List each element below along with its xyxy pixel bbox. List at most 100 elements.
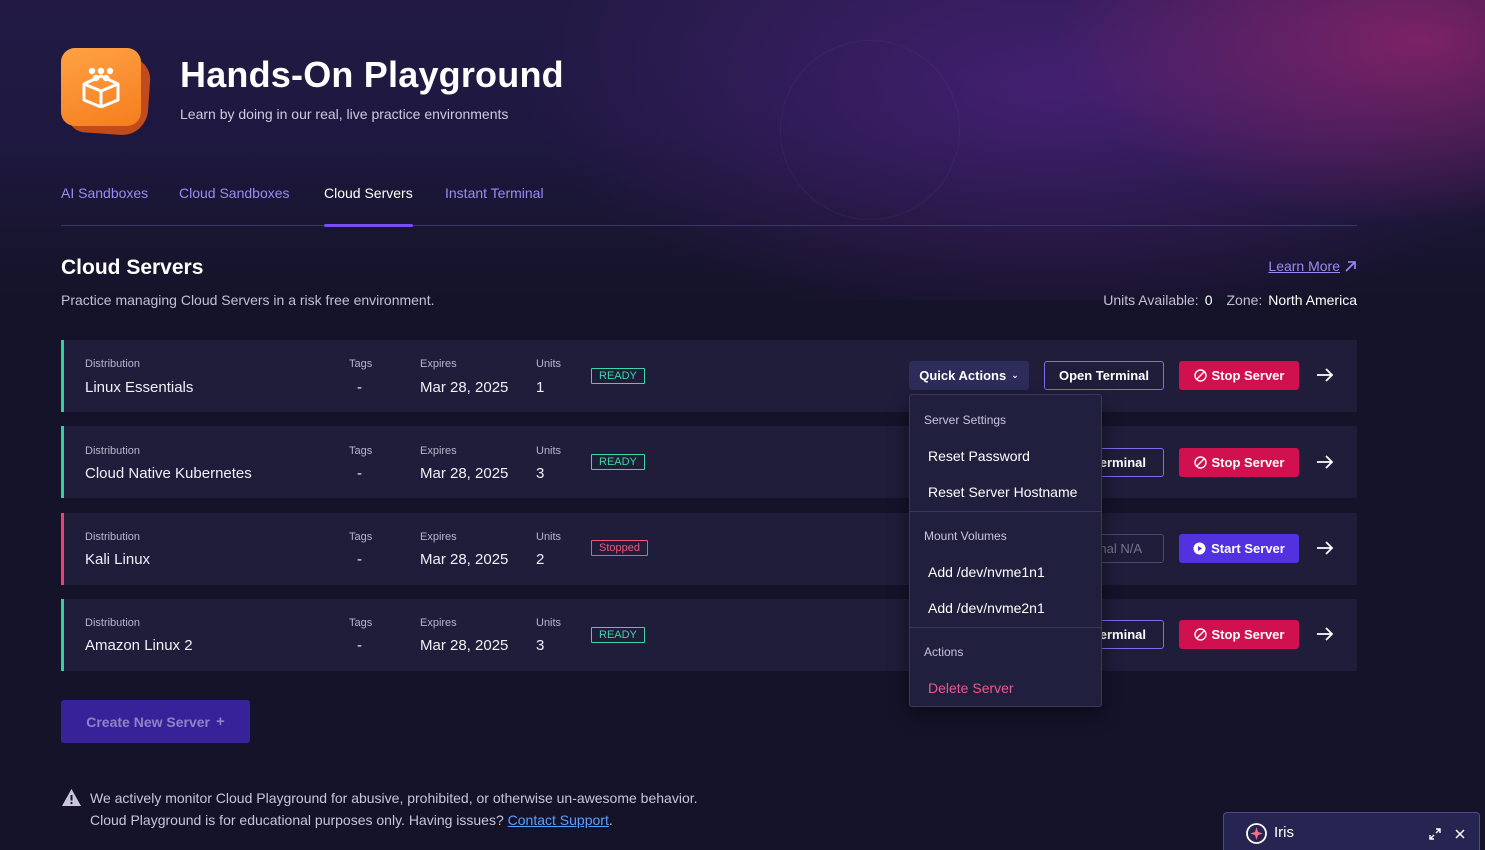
plus-icon: + (215, 713, 225, 730)
tags-value: - (357, 379, 362, 396)
stop-server-button[interactable]: Stop Server (1179, 620, 1299, 649)
stop-circle-icon (1193, 369, 1207, 382)
distribution-label: Distribution (85, 445, 141, 457)
expires-value: Mar 28, 2025 (420, 379, 509, 396)
distribution-label: Distribution (85, 617, 141, 629)
section-description: Practice managing Cloud Servers in a ris… (61, 292, 435, 308)
row-status-accent (61, 340, 64, 412)
menu-item-add-nvme2n1[interactable]: Add /dev/nvme2n1 (928, 600, 1045, 616)
tags-label: Tags (349, 617, 373, 629)
open-terminal-button[interactable]: Open Terminal (1044, 361, 1164, 390)
arrow-right-icon[interactable] (1315, 452, 1335, 472)
units-col-value: 3 (536, 465, 545, 482)
tab-instant-terminal[interactable]: Instant Terminal (445, 185, 544, 226)
units-col-label: Units (536, 445, 562, 457)
hero-background (0, 0, 1485, 300)
start-server-button[interactable]: Start Server (1179, 534, 1299, 563)
learn-more-label: Learn More (1268, 258, 1340, 274)
menu-header-mount-volumes: Mount Volumes (924, 529, 1007, 543)
notice-line-2: Cloud Playground is for educational purp… (61, 809, 698, 831)
tags-value: - (357, 637, 362, 654)
expires-label: Expires (420, 445, 457, 457)
iris-chat-widget[interactable]: Iris (1223, 812, 1480, 850)
menu-item-add-nvme1n1[interactable]: Add /dev/nvme1n1 (928, 564, 1045, 580)
zone-label: Zone: (1226, 292, 1263, 308)
stop-server-label: Stop Server (1211, 627, 1285, 642)
row-status-accent (61, 513, 64, 585)
server-row: Distribution Linux Essentials Tags - Exp… (61, 340, 1357, 412)
section-title: Cloud Servers (61, 256, 204, 279)
status-badge: Stopped (591, 540, 648, 556)
distribution-value: Kali Linux (85, 551, 151, 568)
units-col-value: 1 (536, 379, 545, 396)
expires-label: Expires (420, 617, 457, 629)
tab-cloud-servers[interactable]: Cloud Servers (324, 185, 413, 227)
quick-actions-button[interactable]: Quick Actions ⌄ (909, 361, 1029, 390)
distribution-value: Amazon Linux 2 (85, 637, 193, 654)
contact-support-link[interactable]: Contact Support (508, 812, 609, 828)
start-server-label: Start Server (1211, 541, 1285, 556)
expires-value: Mar 28, 2025 (420, 551, 509, 568)
menu-item-reset-hostname[interactable]: Reset Server Hostname (928, 484, 1077, 500)
building-blocks-icon (61, 48, 141, 126)
page-subtitle: Learn by doing in our real, live practic… (180, 106, 509, 122)
arrow-right-icon[interactable] (1315, 365, 1335, 385)
expires-label: Expires (420, 531, 457, 543)
create-new-server-button[interactable]: Create New Server + (61, 700, 250, 743)
menu-header-actions: Actions (924, 645, 964, 659)
menu-item-reset-password[interactable]: Reset Password (928, 448, 1030, 464)
tags-label: Tags (349, 445, 373, 457)
page-title: Hands-On Playground (180, 54, 564, 95)
playground-logo (61, 48, 152, 137)
stop-server-label: Stop Server (1211, 455, 1285, 470)
tags-label: Tags (349, 531, 373, 543)
menu-header-server-settings: Server Settings (924, 413, 1007, 427)
warning-triangle-icon (62, 789, 81, 806)
tags-value: - (357, 551, 362, 568)
close-icon[interactable] (1455, 829, 1465, 839)
distribution-value: Cloud Native Kubernetes (85, 465, 252, 482)
status-badge: READY (591, 368, 645, 384)
units-zone-info: Units Available: 0 Zone: North America (1103, 292, 1357, 308)
tab-bar: AI Sandboxes Cloud Sandboxes Cloud Serve… (61, 185, 1357, 227)
expires-value: Mar 28, 2025 (420, 465, 509, 482)
stop-circle-icon (1193, 628, 1207, 641)
units-label: Units Available: (1103, 292, 1199, 308)
distribution-label: Distribution (85, 531, 141, 543)
units-col-value: 2 (536, 551, 545, 568)
server-row: Distribution Amazon Linux 2 Tags - Expir… (61, 599, 1357, 671)
expand-icon[interactable] (1429, 828, 1441, 840)
menu-divider (910, 511, 1101, 512)
iris-sparkle-icon (1246, 823, 1267, 844)
notice-line-1: We actively monitor Cloud Playground for… (90, 790, 698, 806)
stop-server-button[interactable]: Stop Server (1179, 361, 1299, 390)
arrow-right-icon[interactable] (1315, 538, 1335, 558)
notice-line-2-text: Cloud Playground is for educational purp… (90, 812, 508, 828)
iris-label: Iris (1274, 824, 1294, 841)
create-new-server-label: Create New Server (86, 713, 210, 730)
monitoring-notice: We actively monitor Cloud Playground for… (61, 787, 698, 831)
stop-server-button[interactable]: Stop Server (1179, 448, 1299, 477)
learn-more-link[interactable]: Learn More (1268, 258, 1357, 274)
server-row: Distribution Kali Linux Tags - Expires M… (61, 513, 1357, 585)
distribution-value: Linux Essentials (85, 379, 194, 396)
menu-divider (910, 627, 1101, 628)
quick-actions-menu: Server Settings Reset Password Reset Ser… (909, 394, 1102, 707)
status-badge: READY (591, 454, 645, 470)
play-circle-icon (1193, 542, 1206, 555)
external-arrow-icon (1345, 260, 1356, 272)
tags-value: - (357, 465, 362, 482)
stop-server-label: Stop Server (1211, 368, 1285, 383)
arrow-right-icon[interactable] (1315, 624, 1335, 644)
notice-line-2-suffix: . (608, 812, 613, 828)
units-col-label: Units (536, 358, 562, 370)
units-col-label: Units (536, 531, 562, 543)
row-status-accent (61, 599, 64, 671)
quick-actions-label: Quick Actions (919, 368, 1007, 383)
tab-ai-sandboxes[interactable]: AI Sandboxes (61, 185, 148, 226)
zone-value: North America (1268, 292, 1357, 308)
row-status-accent (61, 426, 64, 498)
tab-cloud-sandboxes[interactable]: Cloud Sandboxes (179, 185, 290, 226)
menu-item-delete-server[interactable]: Delete Server (928, 680, 1014, 696)
expires-label: Expires (420, 358, 457, 370)
